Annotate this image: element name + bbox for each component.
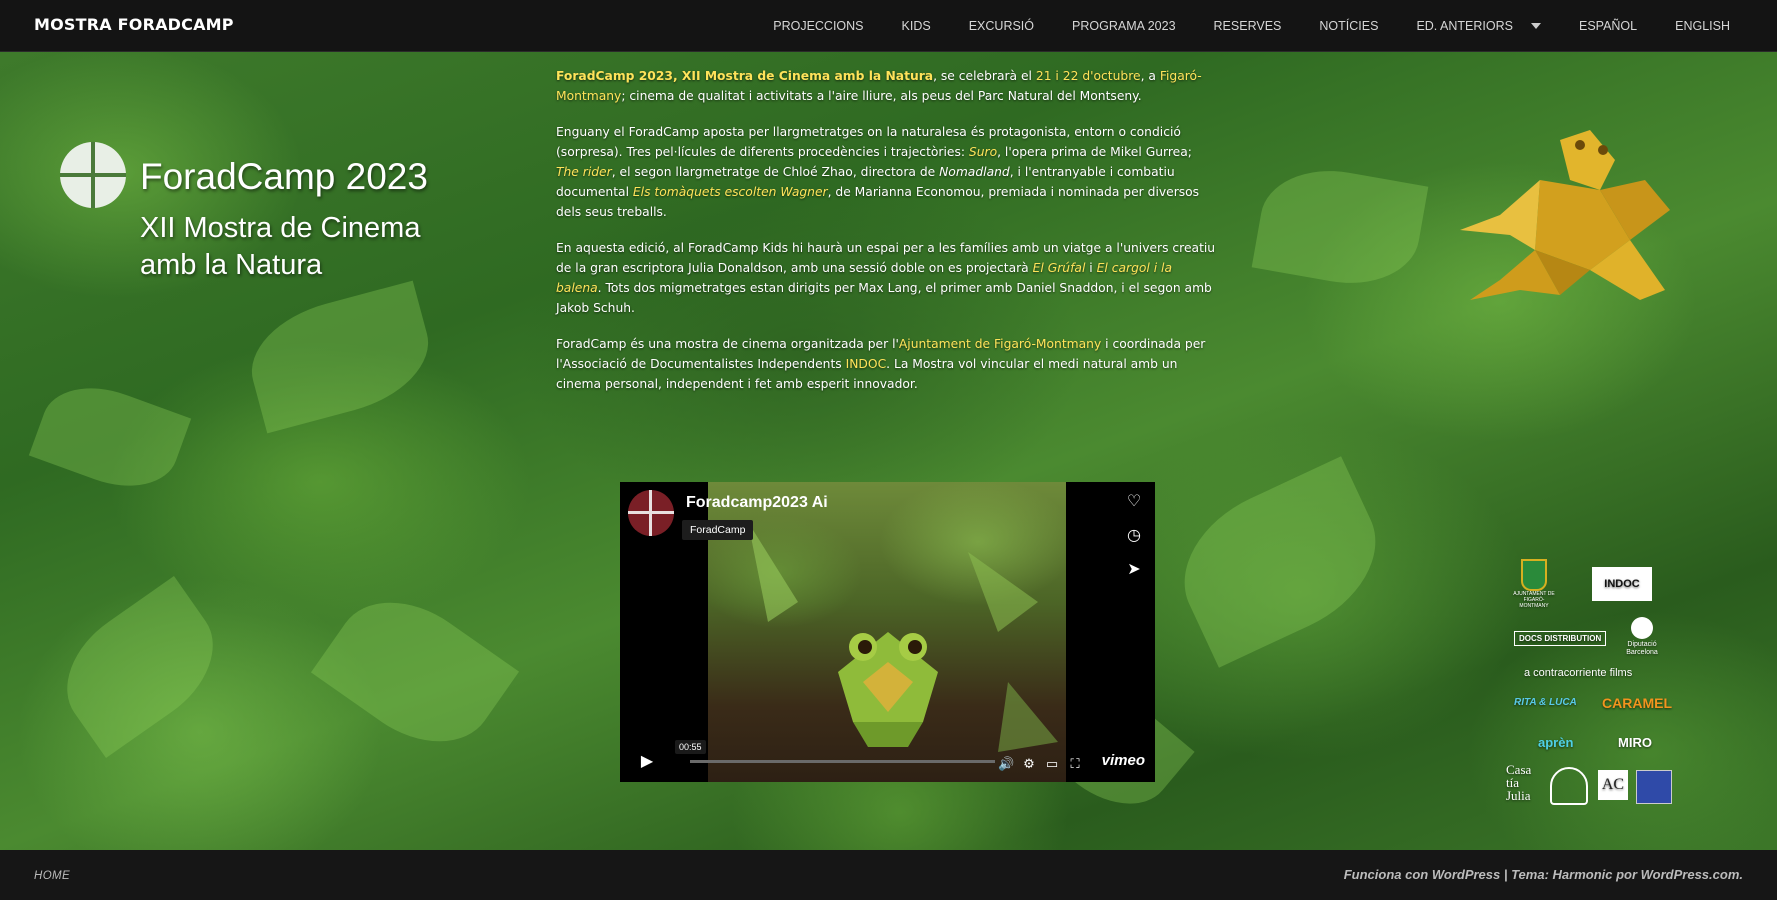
leaf-decoration (238, 280, 442, 434)
rita-luca-logo[interactable]: RITA & LUCA (1514, 697, 1577, 708)
miro-logo[interactable]: MIRO (1618, 735, 1652, 750)
heart-icon[interactable]: ♡ (1123, 490, 1145, 512)
diputacio-logo[interactable]: Diputació Barcelona (1624, 617, 1660, 657)
leaf-decoration (28, 370, 192, 504)
casa-tia-julia-logo[interactable]: Casa tía Julia (1506, 763, 1531, 802)
nav-item-kids[interactable]: KIDS (883, 19, 950, 33)
nav-item-projeccions[interactable]: PROJECCIONS (754, 19, 882, 33)
video-time-tooltip: 00:55 (675, 740, 706, 754)
clock-icon[interactable]: ◷ (1123, 524, 1145, 546)
intro-paragraph-1: ForadCamp 2023, XII Mostra de Cinema amb… (556, 69, 1202, 103)
caramel-logo[interactable]: CARAMEL (1602, 695, 1672, 711)
nav-item-ed-anteriors[interactable]: ED. ANTERIORS (1397, 19, 1560, 33)
site-footer: HOME Funciona con WordPress | Tema: Harm… (0, 850, 1777, 900)
nav-item-espanol[interactable]: ESPAÑOL (1560, 19, 1656, 33)
fullscreen-icon[interactable]: ⛶ (1067, 757, 1083, 772)
ajuntament-logo[interactable]: AJUNTAMENT DE FIGARÓ-MONTMANY (1512, 559, 1556, 609)
film-link-tomaquets[interactable]: Els tomàquets escolten Wagner (633, 185, 828, 199)
arch-logo[interactable] (1550, 767, 1588, 805)
ajuntament-link[interactable]: Ajuntament de Figaró-Montmany (899, 337, 1101, 351)
hero-title: ForadCamp 2023 (140, 156, 428, 197)
intro-paragraph-4: ForadCamp és una mostra de cinema organi… (556, 337, 1206, 391)
blue-partner-logo[interactable] (1636, 770, 1672, 804)
footer-credit[interactable]: Funciona con WordPress | Tema: Harmonic … (1344, 867, 1743, 882)
video-control-icons: 🔊 ⚙ ▭ ⛶ (998, 757, 1083, 772)
intro-paragraph-2: Enguany el ForadCamp aposta per llargmet… (556, 125, 1200, 219)
vimeo-logo[interactable]: vimeo (1102, 752, 1145, 769)
film-link-grufal[interactable]: El Grúfal (1033, 261, 1086, 275)
nav-item-excursio[interactable]: EXCURSIÓ (950, 19, 1053, 33)
ac-logo[interactable]: AC (1598, 770, 1628, 800)
nav-item-noticies[interactable]: NOTÍCIES (1300, 19, 1397, 33)
breadcrumb-home-link[interactable]: HOME (34, 870, 70, 882)
film-link-suro[interactable]: Suro (969, 145, 997, 159)
video-progress-bar[interactable] (690, 760, 995, 763)
foradcamp-logo (60, 142, 126, 208)
indoc-link[interactable]: INDOC (846, 357, 887, 371)
leaf-decoration (1159, 456, 1401, 668)
nav-item-ed-anteriors-label: ED. ANTERIORS (1416, 19, 1513, 33)
intro-paragraph-3: En aquesta edició, al ForadCamp Kids hi … (556, 241, 1216, 315)
main-menu: PROJECCIONS KIDS EXCURSIÓ PROGRAMA 2023 … (754, 0, 1749, 52)
picture-in-picture-icon[interactable]: ▭ (1044, 757, 1060, 772)
origami-frog-thumbnail (748, 522, 1058, 752)
send-icon[interactable]: ➤ (1123, 558, 1145, 580)
video-player[interactable]: Foradcamp2023 Ai ForadCamp ♡ ◷ ➤ 00:55 ▶… (620, 482, 1155, 782)
leaf-decoration (1251, 158, 1429, 296)
video-title[interactable]: Foradcamp2023 Ai (686, 494, 828, 512)
leaf-decoration (310, 574, 520, 770)
chevron-down-icon (1530, 23, 1541, 29)
sponsor-logos: AJUNTAMENT DE FIGARÓ-MONTMANY INDOC DOCS… (1500, 555, 1680, 810)
video-thumbnail (708, 482, 1066, 782)
apren-logo[interactable]: aprèn (1538, 735, 1573, 750)
volume-icon[interactable]: 🔊 (998, 757, 1014, 772)
video-side-actions: ♡ ◷ ➤ (1123, 490, 1145, 580)
nav-item-reserves[interactable]: RESERVES (1195, 19, 1301, 33)
channel-avatar[interactable] (628, 490, 674, 536)
video-owner-badge[interactable]: ForadCamp (682, 520, 754, 540)
nav-item-english[interactable]: ENGLISH (1656, 19, 1749, 33)
contracorriente-logo[interactable]: a contracorriente films (1524, 667, 1632, 679)
hero-subtitle: XII Mostra de Cinema amb la Natura (140, 212, 421, 281)
intro-text: ForadCamp 2023, XII Mostra de Cinema amb… (556, 66, 1216, 410)
coat-of-arms-icon (1521, 559, 1547, 591)
origami-frog-image (1460, 130, 1670, 300)
festival-link[interactable]: ForadCamp 2023, XII Mostra de Cinema amb… (556, 69, 933, 83)
top-navigation-bar: MOSTRA FORADCAMP PROJECCIONS KIDS EXCURS… (0, 0, 1777, 52)
leaf-decoration (42, 576, 238, 758)
diputacio-emblem-icon (1631, 617, 1653, 639)
film-link-the-rider[interactable]: The rider (556, 165, 612, 179)
play-icon[interactable]: ▶ (634, 748, 660, 774)
nav-item-programa-2023[interactable]: PROGRAMA 2023 (1053, 19, 1195, 33)
site-title-link[interactable]: MOSTRA FORADCAMP (34, 15, 234, 34)
indoc-logo[interactable]: INDOC (1592, 567, 1652, 601)
docs-distribution-logo[interactable]: DOCS DISTRIBUTION (1514, 631, 1607, 646)
settings-icon[interactable]: ⚙ (1021, 757, 1037, 772)
